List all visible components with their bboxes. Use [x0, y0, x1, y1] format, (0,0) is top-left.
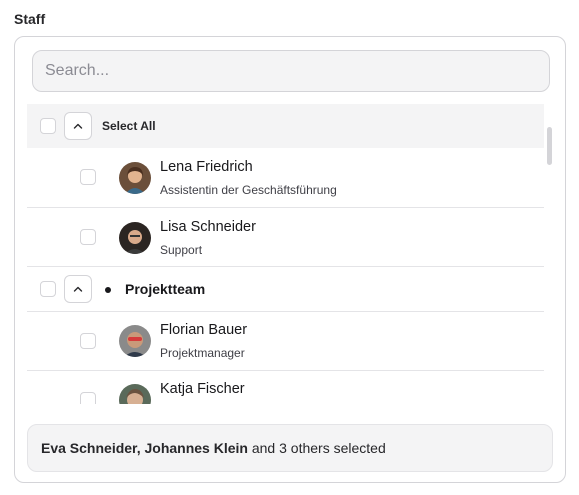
avatar — [119, 162, 151, 194]
chevron-up-icon — [73, 286, 83, 292]
chevron-up-icon — [73, 123, 83, 129]
item-name: Florian Bauer — [160, 322, 248, 338]
item-name: Lena Friedrich — [160, 159, 253, 175]
staff-label: Staff — [14, 11, 46, 27]
avatar — [119, 325, 151, 357]
select-all-row[interactable]: Select All — [27, 104, 544, 148]
search-input[interactable] — [45, 62, 537, 80]
item-checkbox[interactable] — [80, 229, 96, 245]
list-item[interactable]: Florian Bauer Projektmanager — [27, 312, 544, 371]
item-checkbox[interactable] — [80, 392, 96, 404]
item-checkbox[interactable] — [80, 169, 96, 185]
select-all-checkbox[interactable] — [40, 118, 56, 134]
item-role: Support — [160, 243, 203, 257]
item-name: Lisa Schneider — [160, 219, 256, 235]
item-checkbox[interactable] — [80, 333, 96, 349]
selection-summary: Eva Schneider, Johannes Klein and 3 othe… — [27, 424, 553, 472]
group-collapse-button[interactable] — [64, 275, 92, 303]
list-item[interactable]: Lisa Schneider Support — [27, 208, 544, 267]
list-item[interactable]: Katja Fischer — [27, 371, 544, 404]
search-box[interactable] — [32, 50, 550, 92]
group-name: Projektteam — [125, 281, 206, 297]
scrollbar-thumb[interactable] — [547, 127, 552, 165]
group-checkbox[interactable] — [40, 281, 56, 297]
staff-multiselect-panel: Select All Lena Friedrich Assistentin de… — [14, 36, 566, 483]
item-role: Projektmanager — [160, 346, 245, 360]
group-row[interactable]: Projektteam — [27, 267, 544, 312]
list-item[interactable]: Lena Friedrich Assistentin der Geschäfts… — [27, 148, 544, 208]
select-all-label: Select All — [102, 119, 156, 133]
collapse-all-button[interactable] — [64, 112, 92, 140]
staff-list[interactable]: Select All Lena Friedrich Assistentin de… — [27, 104, 544, 404]
item-role: Assistentin der Geschäftsführung — [160, 183, 337, 197]
selection-suffix: and 3 others selected — [251, 440, 386, 456]
bullet-icon — [105, 287, 111, 293]
selected-names: Eva Schneider, Johannes Klein — [41, 440, 248, 456]
item-name: Katja Fischer — [160, 381, 245, 397]
avatar — [119, 384, 151, 404]
avatar — [119, 222, 151, 254]
